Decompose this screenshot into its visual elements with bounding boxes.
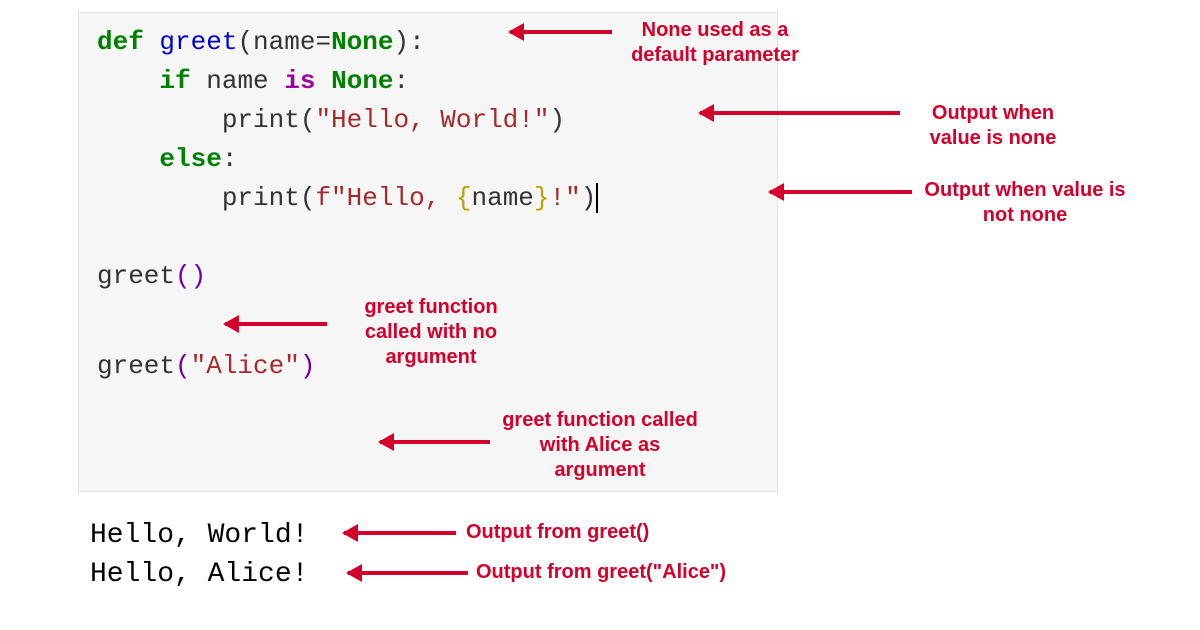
code-line-3: print("Hello, World!") xyxy=(97,101,759,140)
output-line-2: Hello, Alice! xyxy=(90,555,308,594)
arrow-icon xyxy=(700,111,900,115)
output-line-1: Hello, World! xyxy=(90,516,308,555)
code-line-4: else: xyxy=(97,140,759,179)
cursor-icon xyxy=(596,183,598,213)
annotation-output-greet-alice: Output from greet("Alice") xyxy=(476,560,766,585)
annotation-default-parameter: None used as a default parameter xyxy=(620,18,810,68)
annotation-greet-noarg: greet function called with no argument xyxy=(336,295,526,370)
keyword-none: None xyxy=(331,27,393,57)
keyword-def: def xyxy=(97,27,144,57)
annotation-output-not-none: Output when value is not none xyxy=(920,178,1130,228)
function-name: greet xyxy=(159,27,237,57)
annotation-greet-alice: greet function called with Alice as argu… xyxy=(500,408,700,483)
keyword-else: else xyxy=(159,144,221,174)
annotation-output-greet: Output from greet() xyxy=(466,520,676,545)
arrow-icon xyxy=(344,531,456,535)
arrow-icon xyxy=(348,571,468,575)
output-block: Hello, World! Hello, Alice! xyxy=(90,516,308,594)
arrow-icon xyxy=(510,30,612,34)
arrow-icon xyxy=(225,322,327,326)
annotation-output-none: Output when value is none xyxy=(908,101,1078,151)
arrow-icon xyxy=(380,440,490,444)
keyword-if: if xyxy=(159,66,190,96)
keyword-is: is xyxy=(284,66,315,96)
code-line-5: print(f"Hello, {name}!") xyxy=(97,179,759,218)
code-line-6: greet() xyxy=(97,257,759,296)
blank-line xyxy=(97,218,759,257)
arrow-icon xyxy=(770,190,912,194)
